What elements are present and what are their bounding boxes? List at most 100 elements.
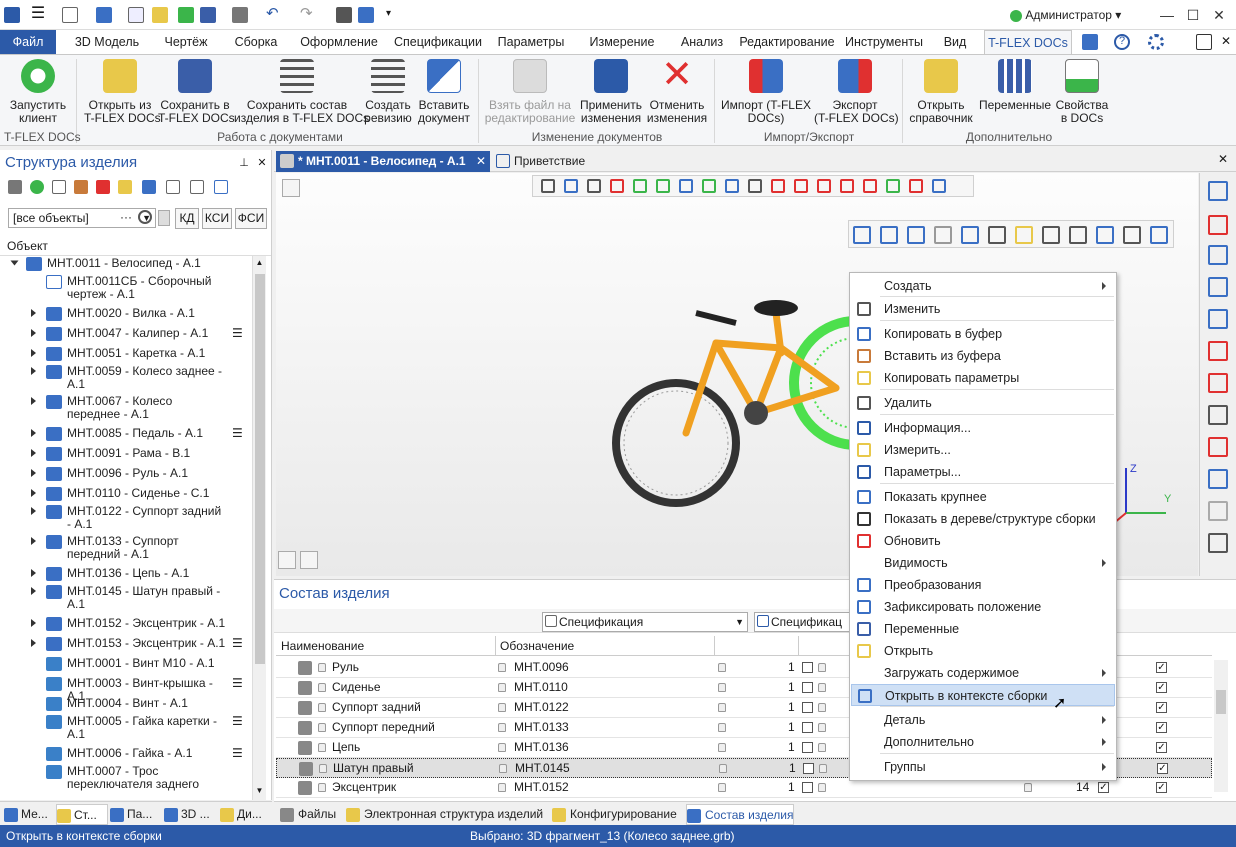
3d-tool-icon[interactable] <box>1015 226 1033 244</box>
apply-changes-button[interactable]: Применить изменения <box>578 59 644 125</box>
settings-gear-icon[interactable] <box>1148 34 1164 50</box>
context-menu-item[interactable]: Удалить <box>851 392 1115 414</box>
context-menu-item[interactable]: Параметры... <box>851 461 1115 483</box>
search-icon[interactable] <box>138 210 152 224</box>
column-name[interactable]: Наименование <box>281 639 364 653</box>
selection-filter-icon[interactable] <box>564 179 578 193</box>
context-menu-item[interactable]: Открыть <box>851 640 1115 662</box>
selection-filter-icon[interactable] <box>610 179 624 193</box>
context-menu-item[interactable]: Преобразования <box>851 574 1115 596</box>
column-header-object[interactable]: Объект <box>0 238 271 256</box>
checklist-icon[interactable] <box>166 180 180 194</box>
tab-drawing[interactable]: Чертёж <box>152 30 220 54</box>
selection-filter-icon[interactable] <box>771 179 785 193</box>
tab-tflex-docs[interactable]: T-FLEX DOCs <box>984 30 1072 54</box>
view-tool-icon[interactable] <box>1208 181 1228 201</box>
row-check-checked[interactable]: ✓ <box>1156 782 1167 793</box>
expand-arrow-icon[interactable] <box>31 537 36 545</box>
save-icon[interactable] <box>200 7 216 23</box>
context-menu-item[interactable]: Дополнительно <box>851 731 1115 753</box>
insert-document-button[interactable]: Вставить документ <box>416 59 472 125</box>
user-menu[interactable]: Администратор ▾ <box>1010 8 1121 22</box>
list-icon[interactable] <box>52 180 66 194</box>
right-bottom-tab[interactable]: Конфигурирование <box>552 804 682 825</box>
context-menu-item[interactable]: Группы <box>851 756 1115 778</box>
row-check-checked[interactable]: ✓ <box>1156 662 1167 673</box>
selection-filter-icon[interactable] <box>932 179 946 193</box>
navigation-icon[interactable] <box>358 7 374 23</box>
context-menu-item[interactable]: Изменить <box>851 298 1115 320</box>
selection-filter-icon[interactable] <box>633 179 647 193</box>
expand-arrow-icon[interactable] <box>31 489 36 497</box>
3d-tool-icon[interactable] <box>988 226 1006 244</box>
tab-parameters[interactable]: Параметры <box>490 30 572 54</box>
row-check-checked[interactable]: ✓ <box>1156 742 1167 753</box>
specification-select[interactable]: Спецификация ▼ <box>542 612 748 632</box>
expand-arrow-icon[interactable] <box>31 309 36 317</box>
left-bottom-tab[interactable]: 3D ... <box>164 804 218 825</box>
3d-model-icon[interactable] <box>96 7 112 23</box>
row-checkbox[interactable] <box>802 722 813 733</box>
menu-lines-icon[interactable]: ☰ <box>232 677 243 690</box>
object-filter-select[interactable]: [все объекты] ▼ <box>8 208 156 228</box>
tab-view[interactable]: Вид <box>932 30 978 54</box>
row-checkbox[interactable] <box>802 782 813 793</box>
delete-icon[interactable] <box>96 180 110 194</box>
3d-tool-icon[interactable] <box>961 226 979 244</box>
selection-filter-icon[interactable] <box>794 179 808 193</box>
regenerate-icon[interactable] <box>336 7 352 23</box>
tab-assembly[interactable]: Сборка <box>226 30 286 54</box>
close-icon[interactable]: ✕ <box>1210 6 1228 24</box>
selection-filter-icon[interactable] <box>702 179 716 193</box>
close-tab-icon[interactable]: ✕ <box>476 151 486 171</box>
view-tool-icon[interactable] <box>1208 309 1228 329</box>
view-tool-icon[interactable] <box>1208 405 1228 425</box>
view-tool-icon[interactable] <box>1208 277 1228 297</box>
tree-scrollbar[interactable]: ▲ ▼ <box>252 256 266 800</box>
expand-arrow-icon[interactable] <box>31 449 36 457</box>
tab-3d-model[interactable]: 3D Модель <box>66 30 148 54</box>
variables-button[interactable]: Переменные <box>978 59 1052 112</box>
view-tool-icon[interactable] <box>1208 469 1228 489</box>
selection-filter-icon[interactable] <box>863 179 877 193</box>
selection-filter-icon[interactable] <box>840 179 854 193</box>
close-all-icon[interactable]: ✕ <box>1218 152 1228 166</box>
context-menu-item[interactable]: Создать <box>851 275 1115 297</box>
context-menu-item[interactable]: Обновить <box>851 530 1115 552</box>
expand-arrow-icon[interactable] <box>31 367 36 375</box>
hierarchy-icon[interactable] <box>142 180 156 194</box>
expand-arrow-icon[interactable] <box>31 329 36 337</box>
tab-welcome[interactable]: Приветствие <box>494 151 594 172</box>
filter-kd-button[interactable]: КД <box>175 208 199 229</box>
selection-filter-icon[interactable] <box>886 179 900 193</box>
structure-tool-icon[interactable] <box>8 180 22 194</box>
context-menu-item[interactable]: Копировать параметры <box>851 367 1115 389</box>
collapse-arrow-icon[interactable] <box>10 260 19 266</box>
row-check-checked[interactable]: ✓ <box>1156 722 1167 733</box>
3d-tool-icon[interactable] <box>1150 226 1168 244</box>
view-tool-icon[interactable] <box>1208 373 1228 393</box>
context-menu-item[interactable]: Показать в дереве/структуре сборки <box>851 508 1115 530</box>
open-docs-icon[interactable] <box>178 7 194 23</box>
selection-filter-icon[interactable] <box>748 179 762 193</box>
selection-filter-icon[interactable] <box>541 179 555 193</box>
left-bottom-tab[interactable]: Ст... <box>56 804 108 825</box>
split-view-icon[interactable] <box>300 551 318 569</box>
view-tool-icon[interactable] <box>1208 501 1228 521</box>
selection-filter-icon[interactable] <box>909 179 923 193</box>
menu-lines-icon[interactable]: ☰ <box>232 637 243 650</box>
import-button[interactable]: Импорт (T-FLEX DOCs) <box>720 59 812 125</box>
restore-panel-icon[interactable] <box>1196 34 1212 50</box>
print-icon[interactable] <box>232 7 248 23</box>
save-structure-button[interactable]: Сохранить состав изделия в T-FLEX DOCs <box>234 59 369 125</box>
selection-filter-icon[interactable] <box>679 179 693 193</box>
composition-row[interactable]: Эксцентрик МНТ.0152 1 ✓ 14 ✓ <box>276 778 1212 798</box>
column-code[interactable]: Обозначение <box>500 639 574 653</box>
context-menu-item[interactable]: Копировать в буфер <box>851 323 1115 345</box>
save-to-docs-button[interactable]: Сохранить в T-FLEX DOCs <box>158 59 235 125</box>
filter-fsi-button[interactable]: ФСИ <box>235 208 267 229</box>
tab-document-bicycle[interactable]: * МНТ.0011 - Велосипед - А.1 ✕ <box>276 151 490 172</box>
expand-arrow-icon[interactable] <box>31 587 36 595</box>
open-icon[interactable] <box>152 7 168 23</box>
expand-arrow-icon[interactable] <box>31 397 36 405</box>
